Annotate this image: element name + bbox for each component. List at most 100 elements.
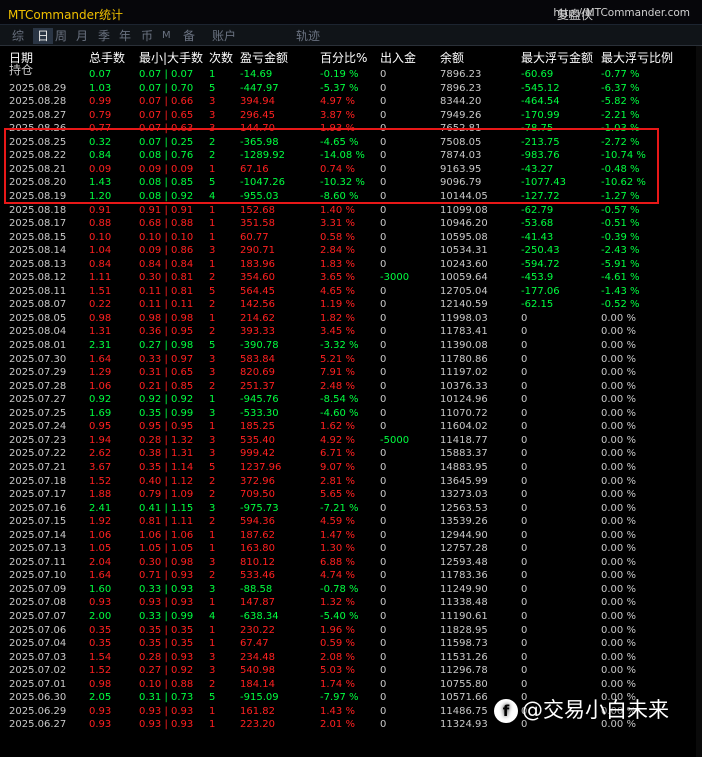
table-cell: 1.88: [89, 489, 112, 501]
table-cell: 0: [521, 434, 528, 446]
table-cell: 3: [209, 109, 216, 121]
table-cell: 183.96: [240, 258, 275, 270]
table-cell: -915.09: [240, 692, 279, 704]
tab-0[interactable]: 综: [12, 28, 24, 44]
table-cell: 0.00 %: [601, 448, 636, 460]
table-cell: -78.75: [521, 123, 554, 135]
table-cell: 0: [521, 312, 528, 324]
table-cell: 1.94: [89, 434, 112, 446]
row-date: 2025.08.14: [9, 245, 67, 257]
table-cell: 0.92: [89, 394, 112, 406]
table-cell: 0.35: [89, 638, 112, 650]
table-cell: 0: [380, 489, 387, 501]
table-cell: 1.74 %: [320, 678, 355, 690]
table-cell: 0.28 | 0.93: [139, 651, 194, 663]
table-cell: 3: [209, 407, 216, 419]
table-cell: -0.48 %: [601, 163, 640, 175]
table-cell: 2: [209, 272, 216, 284]
row-date: 2025.07.30: [9, 353, 67, 365]
table-cell: 2: [209, 516, 216, 528]
row-date: 2025.07.03: [9, 651, 67, 663]
table-cell: 0.07 | 0.25: [139, 136, 194, 148]
row-date: 2025.07.11: [9, 556, 67, 568]
table-cell: -3000: [380, 272, 410, 284]
row-date: 2025.08.29: [9, 82, 67, 94]
table-cell: 10571.66: [440, 692, 488, 704]
table-cell: 161.82: [240, 705, 275, 717]
table-cell: 0: [380, 150, 387, 162]
table-cell: 0: [521, 638, 528, 650]
table-cell: 5: [209, 461, 216, 473]
table-cell: -2.21 %: [601, 109, 640, 121]
header-2: 最小|大手数: [139, 51, 204, 65]
table-cell: -14.08 %: [320, 150, 365, 162]
vertical-scrollbar[interactable]: [696, 46, 702, 757]
tab-9[interactable]: 账户: [212, 28, 236, 44]
table-cell: 0.09: [89, 163, 112, 175]
tab-4[interactable]: 季: [98, 28, 110, 44]
table-cell: 1: [209, 394, 216, 406]
table-cell: -533.30: [240, 407, 279, 419]
table-cell: 0.93 | 0.93: [139, 597, 194, 609]
row-date: 2025.07.08: [9, 597, 67, 609]
table-cell: 0.92 | 0.92: [139, 394, 194, 406]
tab-8[interactable]: 备: [183, 28, 195, 44]
table-cell: 0: [380, 109, 387, 121]
table-cell: 3: [209, 651, 216, 663]
table-cell: 10595.08: [440, 231, 488, 243]
table-cell: -4.60 %: [320, 407, 359, 419]
table-cell: 2.62: [89, 448, 112, 460]
table-cell: 1.06 | 1.06: [139, 529, 194, 541]
table-cell: 0: [521, 543, 528, 555]
table-cell: 12757.28: [440, 543, 488, 555]
table-cell: 0.84 | 0.84: [139, 258, 194, 270]
tab-7[interactable]: M: [162, 28, 171, 44]
tab-6[interactable]: 币: [141, 28, 153, 44]
table-cell: 1.05 | 1.05: [139, 543, 194, 555]
table-cell: 0: [521, 340, 528, 351]
tab-2[interactable]: 周: [55, 28, 67, 44]
table-cell: -464.54: [521, 96, 560, 108]
holding-cell: 0: [380, 69, 387, 80]
table-cell: 0.00 %: [601, 516, 636, 528]
table-cell: 6.88 %: [320, 556, 355, 568]
tab-3[interactable]: 月: [76, 28, 88, 44]
table-cell: 0.93 | 0.93: [139, 719, 194, 731]
row-date: 2025.06.30: [9, 692, 67, 704]
table-cell: 709.50: [240, 489, 275, 501]
table-cell: 0: [380, 705, 387, 717]
row-date: 2025.07.06: [9, 624, 67, 636]
holding-label: 持仓: [9, 63, 34, 77]
website-link[interactable]: http://MTCommander.com: [553, 7, 690, 19]
table-cell: -127.72: [521, 190, 560, 202]
table-cell: 1.64: [89, 353, 112, 365]
table-cell: 5: [209, 285, 216, 297]
table-cell: -3.32 %: [320, 340, 359, 351]
table-cell: 147.87: [240, 597, 275, 609]
header-9: 最大浮亏比例: [601, 51, 674, 65]
tab-1[interactable]: 日: [33, 28, 54, 44]
table-cell: 1.04: [89, 245, 112, 257]
table-cell: 10144.05: [440, 190, 488, 202]
table-cell: 11099.08: [440, 204, 488, 216]
table-cell: 2: [209, 475, 216, 487]
table-cell: 0.81 | 1.11: [139, 516, 194, 528]
table-cell: 1.93 %: [320, 123, 355, 135]
table-cell: 0.98: [89, 678, 112, 690]
header-1: 总手数: [89, 51, 126, 65]
table-cell: 0.31 | 0.65: [139, 367, 194, 379]
table-cell: -7.97 %: [320, 692, 359, 704]
table-cell: 7949.26: [440, 109, 482, 121]
table-cell: 296.45: [240, 109, 275, 121]
table-cell: -955.03: [240, 190, 279, 202]
row-date: 2025.07.17: [9, 489, 67, 501]
table-cell: 1: [209, 204, 216, 216]
table-cell: 0: [380, 340, 387, 351]
table-cell: 1.92: [89, 516, 112, 528]
table-cell: 1.62 %: [320, 421, 355, 433]
tab-10[interactable]: 轨迹: [296, 28, 320, 44]
tab-5[interactable]: 年: [119, 28, 131, 44]
table-cell: 1: [209, 705, 216, 717]
table-cell: 2.84 %: [320, 245, 355, 257]
table-cell: 0: [380, 638, 387, 650]
